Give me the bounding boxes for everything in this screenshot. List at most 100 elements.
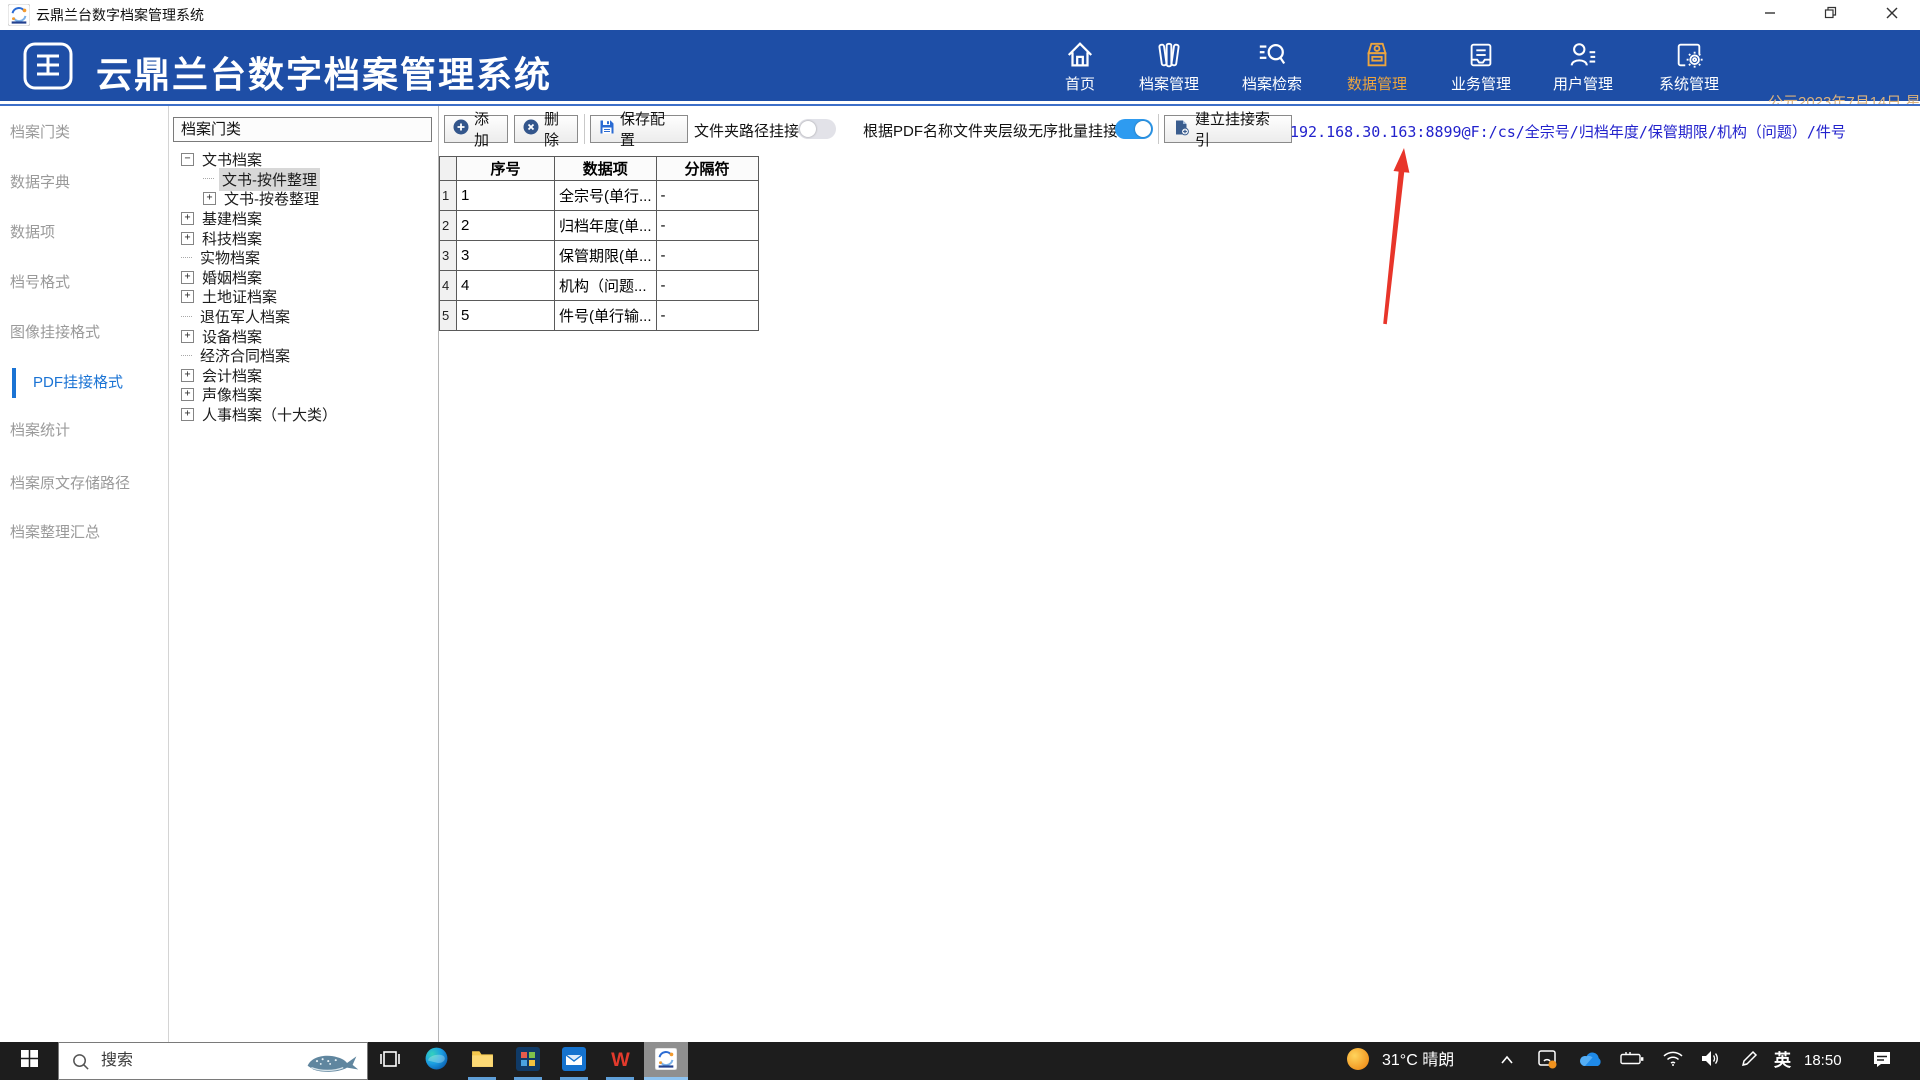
app-header: 云鼎兰台数字档案管理系统 首页档案管理档案检索数据管理业务管理用户管理系统管理 … <box>0 30 1920 101</box>
link-path-text[interactable]: 192.168.30.163:8899@F:/cs/全宗号/归档年度/保管期限/… <box>1290 121 1846 142</box>
cell-data-item[interactable]: 保管期限(单... <box>555 241 657 271</box>
taskbar-app-edge[interactable] <box>414 1042 458 1080</box>
row-number: 5 <box>440 301 457 331</box>
taskbar-app-archive-app[interactable] <box>644 1042 688 1080</box>
taskbar-app-mail[interactable] <box>552 1042 596 1080</box>
cell-data-item[interactable]: 件号(单行输... <box>555 301 657 331</box>
cell-seq[interactable]: 2 <box>457 211 555 241</box>
expand-icon[interactable]: + <box>181 271 194 284</box>
expand-icon[interactable]: + <box>181 232 194 245</box>
table-row[interactable]: 33保管期限(单...- <box>440 241 759 271</box>
expand-icon[interactable]: + <box>181 212 194 225</box>
nav-label: 档案检索 <box>1227 73 1317 94</box>
nav-item-home[interactable]: 首页 <box>1035 38 1125 98</box>
add-button[interactable]: 添加 <box>444 115 508 143</box>
tree-node-5[interactable]: +科技档案 <box>173 228 433 248</box>
cell-separator[interactable]: - <box>656 241 758 271</box>
search-doc-icon <box>1227 40 1317 72</box>
cloud-sync-icon[interactable] <box>1578 1042 1604 1080</box>
nav-item-archive-mgmt[interactable]: 档案管理 <box>1124 38 1214 98</box>
tree-node-11[interactable]: 经济合同档案 <box>173 346 433 366</box>
tree-node-9[interactable]: 退伍军人档案 <box>173 307 433 327</box>
cell-data-item[interactable]: 归档年度(单... <box>555 211 657 241</box>
taskbar-search-input[interactable]: 搜索 <box>58 1042 368 1080</box>
notification-center-icon[interactable] <box>1872 1042 1892 1080</box>
tree-node-12[interactable]: +会计档案 <box>173 366 433 386</box>
nav-item-system-mgmt[interactable]: 系统管理 <box>1644 38 1734 98</box>
taskbar-app-file-explorer[interactable] <box>460 1042 504 1080</box>
sidebar-item-3[interactable]: 数据项 <box>0 222 55 244</box>
table-row[interactable]: 55件号(单行输...- <box>440 301 759 331</box>
sidebar-item-7[interactable]: 档案统计 <box>0 420 70 442</box>
taskbar-app-task-view[interactable] <box>368 1042 412 1080</box>
cell-separator[interactable]: - <box>656 211 758 241</box>
expand-icon[interactable]: + <box>181 290 194 303</box>
expand-icon[interactable]: + <box>181 408 194 421</box>
cell-separator[interactable]: - <box>656 301 758 331</box>
nav-item-archive-search[interactable]: 档案检索 <box>1227 38 1317 98</box>
table-row[interactable]: 44机构（问题...- <box>440 271 759 301</box>
table-row[interactable]: 22归档年度(单...- <box>440 211 759 241</box>
tree-node-10[interactable]: +设备档案 <box>173 326 433 346</box>
minimize-button[interactable] <box>1747 0 1793 30</box>
pdf-batch-toggle[interactable] <box>1115 119 1153 139</box>
collapse-icon[interactable]: − <box>181 153 194 166</box>
cell-data-item[interactable]: 机构（问题... <box>555 271 657 301</box>
weather-temp[interactable]: 31°C 晴朗 <box>1382 1042 1454 1080</box>
tree-node-6[interactable]: 实物档案 <box>173 248 433 268</box>
taskbar-app-store[interactable] <box>506 1042 550 1080</box>
cell-separator[interactable]: - <box>656 181 758 211</box>
cell-seq[interactable]: 3 <box>457 241 555 271</box>
sidebar-item-4[interactable]: 档号格式 <box>0 272 70 294</box>
build-link-index-button[interactable]: 建立挂接索引 <box>1164 115 1292 143</box>
tree-node-2[interactable]: 文书-按件整理 <box>173 170 433 190</box>
clock[interactable]: 18:50 <box>1804 1042 1842 1080</box>
cell-separator[interactable]: - <box>656 271 758 301</box>
close-icon <box>1886 6 1898 24</box>
sidebar-item-2[interactable]: 数据字典 <box>0 172 70 194</box>
start-button[interactable] <box>0 1042 58 1080</box>
security-tray-icon[interactable] <box>1536 1042 1558 1080</box>
wifi-icon[interactable] <box>1662 1042 1684 1080</box>
pen-icon[interactable] <box>1740 1042 1758 1080</box>
weather-icon[interactable] <box>1345 1042 1371 1080</box>
close-button[interactable] <box>1864 0 1920 30</box>
delete-button[interactable]: 删除 <box>514 115 578 143</box>
tree-node-7[interactable]: +婚姻档案 <box>173 268 433 288</box>
tree-node-3[interactable]: +文书-按卷整理 <box>173 189 433 209</box>
row-number: 2 <box>440 211 457 241</box>
save-config-button[interactable]: 保存配置 <box>590 115 688 143</box>
table-row[interactable]: 11全宗号(单行...- <box>440 181 759 211</box>
nav-item-business-mgmt[interactable]: 业务管理 <box>1436 38 1526 98</box>
sidebar-item-5[interactable]: 图像挂接格式 <box>0 322 100 344</box>
hidden-icons-chevron[interactable] <box>1500 1042 1514 1080</box>
folder-path-toggle[interactable] <box>798 119 836 139</box>
ime-indicator[interactable]: 英 <box>1774 1042 1791 1080</box>
toggle-knob <box>800 121 816 137</box>
expand-icon[interactable]: + <box>181 388 194 401</box>
battery-icon[interactable] <box>1620 1042 1644 1080</box>
cell-data-item[interactable]: 全宗号(单行... <box>555 181 657 211</box>
expand-icon[interactable]: + <box>181 369 194 382</box>
tree-node-1[interactable]: −文书档案 <box>173 150 433 170</box>
sidebar-item-6[interactable]: PDF挂接格式 <box>0 372 123 394</box>
expand-icon[interactable]: + <box>203 192 216 205</box>
taskbar-app-wps[interactable]: W <box>598 1042 642 1080</box>
expand-icon[interactable]: + <box>181 330 194 343</box>
nav-item-user-mgmt[interactable]: 用户管理 <box>1538 38 1628 98</box>
tree-node-8[interactable]: +土地证档案 <box>173 287 433 307</box>
nav-item-data-mgmt[interactable]: 数据管理 <box>1332 38 1422 98</box>
cell-seq[interactable]: 5 <box>457 301 555 331</box>
restore-button[interactable] <box>1807 0 1853 30</box>
sidebar-item-1[interactable]: 档案门类 <box>0 122 70 144</box>
cell-seq[interactable]: 1 <box>457 181 555 211</box>
tree-node-4[interactable]: +基建档案 <box>173 209 433 229</box>
tree-node-13[interactable]: +声像档案 <box>173 385 433 405</box>
sidebar-item-8[interactable]: 档案原文存储路径 <box>0 473 130 495</box>
tree-connector <box>181 355 192 357</box>
cell-seq[interactable]: 4 <box>457 271 555 301</box>
sidebar-item-9[interactable]: 档案整理汇总 <box>0 522 100 544</box>
table-header: 序号数据项分隔符 <box>440 157 759 181</box>
tree-node-14[interactable]: +人事档案（十大类） <box>173 405 433 425</box>
volume-icon[interactable] <box>1700 1042 1720 1080</box>
